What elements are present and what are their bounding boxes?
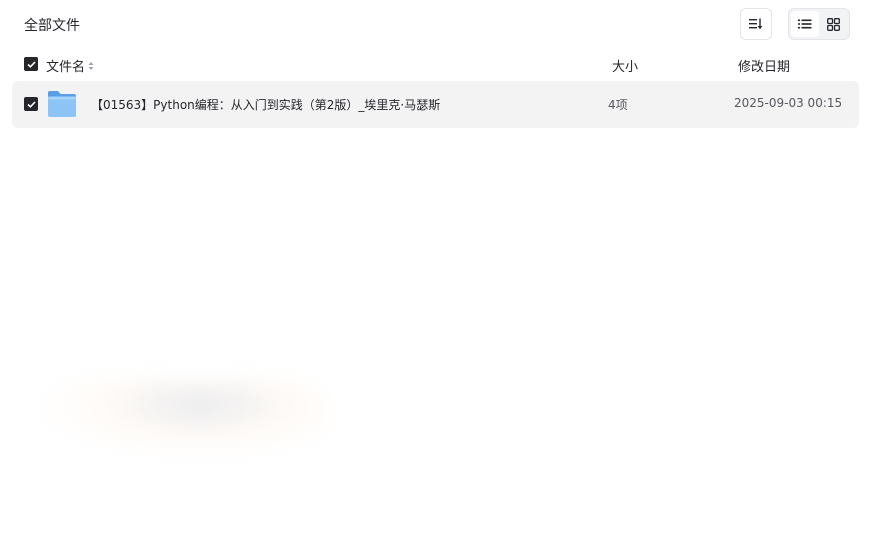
- select-all-checkbox[interactable]: [24, 57, 38, 71]
- check-icon: [26, 100, 36, 108]
- sort-list-icon: [749, 18, 763, 30]
- file-size: 4项: [608, 98, 628, 112]
- file-name: 【01563】Python编程：从入门到实践（第2版）_埃里克·马瑟斯: [91, 98, 441, 112]
- column-header: 文件名 大小 修改日期: [0, 50, 874, 78]
- column-date-label: 修改日期: [738, 60, 791, 75]
- toolbar: 全部文件: [0, 0, 874, 46]
- folder-icon: [48, 91, 76, 117]
- file-modified-date: 2025-09-03 00:15: [734, 96, 843, 110]
- column-size-label: 大小: [612, 60, 639, 75]
- list-view-button[interactable]: [791, 11, 819, 37]
- sort-button[interactable]: [740, 8, 772, 40]
- file-browser: 全部文件 文件名 大小 修改日期 【01563】Python编程：从入门到实践（…: [0, 0, 874, 538]
- file-row[interactable]: 【01563】Python编程：从入门到实践（第2版）_埃里克·马瑟斯 4项 2…: [12, 81, 859, 128]
- grid-view-button[interactable]: [819, 11, 847, 37]
- view-mode-switch: [788, 8, 850, 40]
- column-name-sort[interactable]: 文件名: [46, 56, 94, 75]
- sort-arrows-icon: [88, 61, 94, 70]
- decorative-blur: [40, 378, 330, 456]
- grid-view-icon: [826, 17, 840, 31]
- list-view-icon: [798, 19, 812, 29]
- column-name-label: 文件名: [46, 60, 86, 75]
- row-checkbox[interactable]: [24, 97, 38, 111]
- check-icon: [26, 60, 36, 68]
- page-title: 全部文件: [24, 18, 80, 34]
